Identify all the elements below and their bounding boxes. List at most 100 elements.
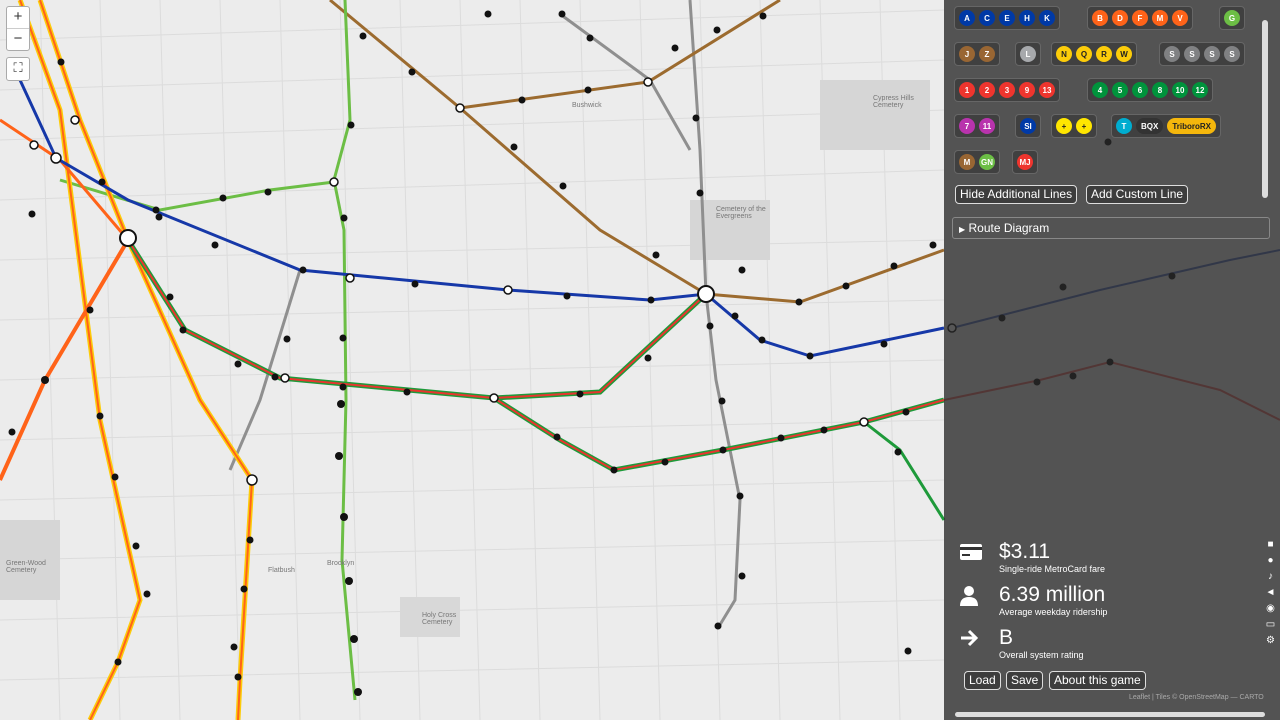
map-label-holy-cross: Holy Cross Cemetery [422,612,457,626]
line-group: JZ [954,42,1000,66]
line-bullet-s[interactable]: S [1224,46,1240,62]
line-bullet-d[interactable]: D [1112,10,1128,26]
line-bullet-r[interactable]: R [1096,46,1112,62]
fare-stat: $3.11 Single-ride MetroCard fare [999,540,1105,574]
line-green-east [863,420,946,521]
line-group: + + [1051,114,1097,138]
line-bullet-n[interactable]: N [1056,46,1072,62]
route-diagram-toggle[interactable]: ▶ Route Diagram [952,217,1270,239]
line-bullet-11[interactable]: 11 [979,118,995,134]
window-icon[interactable]: ▭ [1263,617,1278,633]
line-bullet-s[interactable]: S [1184,46,1200,62]
line-bullet-k[interactable]: K [1039,10,1055,26]
settings-gear-icon[interactable]: ⚙ [1263,633,1278,649]
rating-stat: B Overall system rating [999,626,1084,660]
ridership-stat: 6.39 million Average weekday ridership [999,583,1107,617]
line-group: SI [1015,114,1041,138]
line-bullet-f[interactable]: F [1132,10,1148,26]
map-label-flatbush: Flatbush [268,567,295,574]
route-diagram-label: Route Diagram [968,221,1050,235]
panel-scrollbar[interactable] [1262,20,1268,198]
line-gray-2 [704,293,742,629]
line-bullet-2[interactable]: 2 [979,82,995,98]
line-group: MJ [1012,150,1038,174]
line-bullet-8[interactable]: 8 [1152,82,1168,98]
stop-icon[interactable]: ◉ [1263,601,1278,617]
record-icon[interactable]: ● [1263,553,1278,569]
line-bullet-m[interactable]: M [1152,10,1168,26]
line-bullet-si[interactable]: SI [1020,118,1036,134]
rating-label: Overall system rating [999,650,1084,660]
map-attribution: Leaflet | Tiles © OpenStreetMap — CARTO [1129,694,1264,701]
line-bullet-1[interactable]: 1 [959,82,975,98]
line-bullet-j[interactable]: J [959,46,975,62]
horizontal-scrollbar[interactable] [955,712,1265,717]
line-red-3 [127,239,707,400]
zoom-out-button[interactable]: − [7,28,29,50]
line-bullet-+[interactable]: + [1076,118,1092,134]
line-group: ACEHK [954,6,1060,30]
line-bullet-4[interactable]: 4 [1092,82,1108,98]
line-orange-3 [0,238,130,481]
line-bullet-t[interactable]: T [1116,118,1132,134]
line-orange-1 [39,0,254,720]
camera-icon[interactable]: ■ [1263,537,1278,553]
line-bullet-tribororx[interactable]: TriboroRX [1167,118,1217,134]
line-bullet-7[interactable]: 7 [959,118,975,134]
mic-icon[interactable]: ♪ [1263,569,1278,585]
about-button[interactable]: About this game [1049,671,1146,690]
line-bullet-bqx[interactable]: BQX [1136,118,1164,134]
line-bullet-+[interactable]: + [1056,118,1072,134]
line-bullet-m[interactable]: M [959,154,975,170]
save-button[interactable]: Save [1006,671,1044,690]
add-custom-line-button[interactable]: Add Custom Line [1086,185,1189,204]
speaker-icon[interactable]: ◄ [1263,585,1278,601]
park-cypress-hills [820,80,930,150]
line-bullet-mj[interactable]: MJ [1017,154,1033,170]
line-bullet-6[interactable]: 6 [1132,82,1148,98]
hide-additional-lines-button[interactable]: Hide Additional Lines [955,185,1078,204]
line-bullet-e[interactable]: E [999,10,1015,26]
line-bullet-12[interactable]: 12 [1192,82,1208,98]
side-toolbar: ■ ● ♪ ◄ ◉ ▭ ⚙ [1263,537,1278,649]
line-bullet-s[interactable]: S [1204,46,1220,62]
line-green-g [332,0,357,701]
line-bullet-3[interactable]: 3 [999,82,1015,98]
line-bullet-s[interactable]: S [1164,46,1180,62]
line-green-4b [492,395,945,473]
line-bullet-13[interactable]: 13 [1039,82,1055,98]
line-bullet-h[interactable]: H [1019,10,1035,26]
line-group: BDFMV [1087,6,1193,30]
map-label-green-wood: Green-Wood Cemetery [6,560,46,574]
line-group: NQRW [1051,42,1137,66]
line-orange-2 [19,0,142,720]
line-bullet-l[interactable]: L [1020,46,1036,62]
line-group: T BQX TriboroRX [1111,114,1222,138]
line-bullet-z[interactable]: Z [979,46,995,62]
line-bullet-c[interactable]: C [979,10,995,26]
load-button[interactable]: Load [964,671,1001,690]
map-label-bushwick: Bushwick [572,102,602,109]
line-bullet-5[interactable]: 5 [1112,82,1128,98]
line-group: M GN [954,150,1000,174]
line-group: G [1219,6,1245,30]
ridership-value: 6.39 million [999,583,1106,606]
map-label-brooklyn: Brooklyn [327,560,355,567]
line-brown-m [459,0,781,110]
line-bullet-b[interactable]: B [1092,10,1108,26]
fullscreen-button[interactable]: ⛶ [6,57,30,81]
map-label-evergreens: Cemetery of the Evergreens [716,206,766,220]
line-group: L [1015,42,1041,66]
map-label-cypress-hills: Cypress Hills Cemetery [873,95,914,109]
line-bullet-gn[interactable]: GN [979,154,995,170]
line-bullet-q[interactable]: Q [1076,46,1092,62]
line-bullet-g[interactable]: G [1224,10,1240,26]
line-bullet-w[interactable]: W [1116,46,1132,62]
line-bullet-v[interactable]: V [1172,10,1188,26]
line-bullet-10[interactable]: 10 [1172,82,1188,98]
line-bullet-a[interactable]: A [959,10,975,26]
line-brown-j [329,0,707,296]
credit-card-icon [959,543,983,566]
zoom-in-button[interactable]: + [7,7,29,28]
line-bullet-9[interactable]: 9 [1019,82,1035,98]
